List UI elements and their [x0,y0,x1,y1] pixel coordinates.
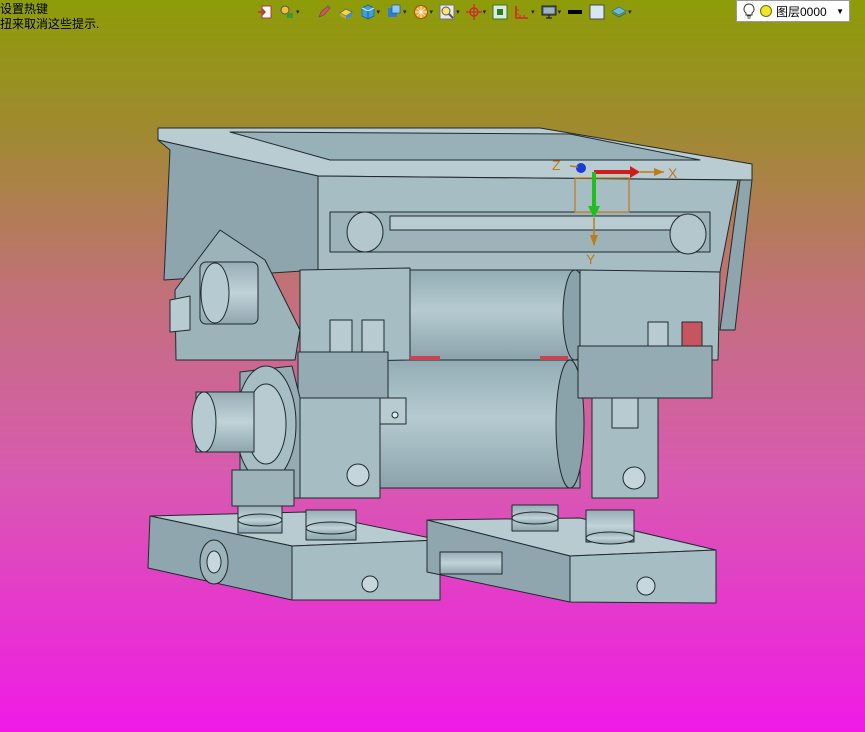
ruler-icon [515,6,529,19]
right-base-plate [426,517,717,604]
left-drive-flange [191,365,301,507]
zoom-icon [439,4,455,20]
machine-model: X Y Z [147,127,753,604]
color-button[interactable] [587,1,607,23]
exit-icon [258,5,272,19]
layer-color-icon [760,5,772,17]
chevron-down-icon: ▼ [836,6,844,16]
line-style-icon [568,10,583,14]
layers-button[interactable]: ▾ [609,1,634,23]
3d-viewport[interactable]: X Y Z [0,24,865,732]
triad-x-label: X [668,165,678,181]
eraser-icon [338,8,353,19]
right-bearing-blocks [577,269,721,499]
render-button[interactable]: ▾ [411,1,436,23]
crosshair-icon [465,4,482,20]
top-toolbar: ▾ ▾ ▾ ▾ ▾ ▾ ▾ ▾ ▾ [255,0,634,24]
triad-z-label: Z [552,157,561,173]
frame-icon [492,4,508,20]
color-swatch-icon [589,4,605,20]
measure-button[interactable]: ▾ [512,1,537,23]
render-icon [413,5,428,19]
main-rolls [379,269,588,489]
views-button[interactable]: ▾ [384,1,409,23]
lightbulb-icon [743,3,755,19]
monitor-icon [541,5,557,19]
layer-name: 图层0000 [776,4,827,19]
sketch-button[interactable] [314,1,334,23]
pencil-icon [317,5,330,18]
origin-button[interactable]: ▾ [464,1,489,23]
layer-selector[interactable]: 图层0000 ▼ [736,0,850,22]
exit-button[interactable] [255,1,275,23]
left-base-plate [147,511,441,601]
zoom-button[interactable]: ▾ [437,1,462,23]
cube-icon [361,4,374,20]
display-button[interactable]: ▾ [539,1,564,23]
snap-button[interactable]: ▾ [277,1,302,23]
snap-icon [280,5,293,18]
hint-line-1: 设置热键 [0,2,49,16]
eraser-button[interactable] [336,1,356,23]
frame-button[interactable] [490,1,510,23]
layers-icon [611,6,627,18]
view-cube-icon [388,4,401,17]
triad-y-label: Y [586,251,596,267]
line-style-button[interactable] [565,1,585,23]
solid-button[interactable]: ▾ [358,1,383,23]
